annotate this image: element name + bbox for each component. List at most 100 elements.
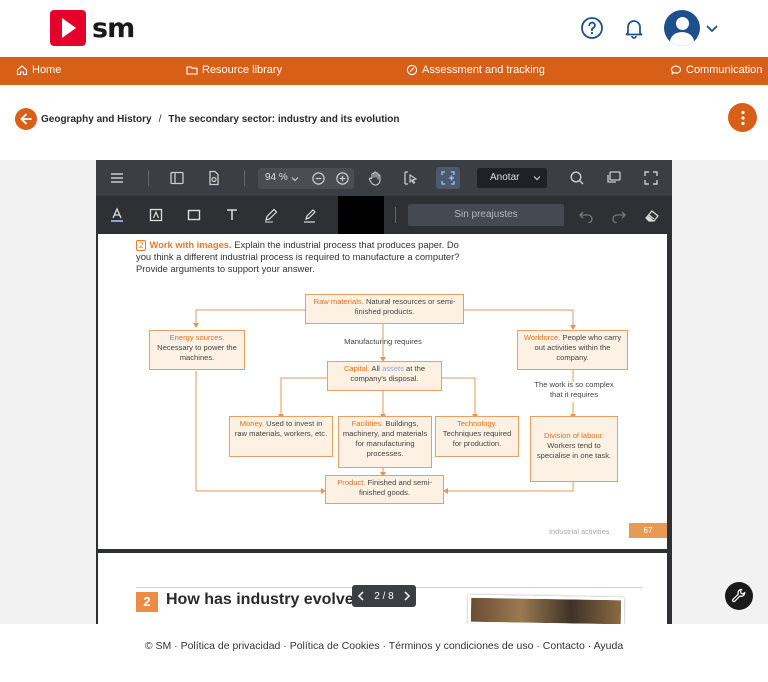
- diagram-facilities: Facilities. Buildings, machinery, and ma…: [338, 416, 432, 468]
- zoom-in-icon[interactable]: [335, 171, 350, 186]
- text-select-icon[interactable]: [401, 169, 419, 187]
- chevron-down-icon[interactable]: [704, 20, 720, 36]
- arrow-left-icon: [20, 113, 32, 125]
- text-color-icon[interactable]: [108, 206, 126, 224]
- energy-text: Necessary to power the machines.: [157, 343, 237, 362]
- toolbar-divider: [148, 170, 149, 186]
- document-page-67[interactable]: 2 Work with images. Explain the industria…: [98, 234, 667, 549]
- money-title: Money.: [239, 419, 265, 428]
- chat-icon: [670, 65, 682, 75]
- chevron-right-icon[interactable]: [403, 591, 411, 601]
- page-navigator: 2 / 8: [352, 585, 416, 607]
- raw-materials-title: Raw materials.: [313, 297, 364, 306]
- technology-text: Techniques required for production.: [442, 429, 512, 448]
- help-icon[interactable]: [580, 16, 604, 40]
- page-indicator: 2 / 8: [374, 591, 393, 602]
- nav-home[interactable]: Home: [16, 64, 61, 76]
- nav-assessment-label: Assessment and tracking: [422, 64, 545, 76]
- logo-mark: [50, 10, 86, 46]
- chevron-down-icon[interactable]: [291, 175, 299, 183]
- logo-text: sm: [92, 12, 135, 44]
- energy-title: Energy sources.: [169, 333, 225, 342]
- breadcrumb-separator: /: [158, 113, 162, 125]
- avatar[interactable]: [664, 10, 700, 46]
- menu-icon[interactable]: [108, 169, 126, 187]
- diagram-workforce: Workforce. People who carry out activiti…: [517, 330, 628, 370]
- highlight-text-icon[interactable]: [147, 206, 165, 224]
- division-text: Workers tend to specialise in one task.: [536, 441, 612, 460]
- bell-icon[interactable]: [622, 16, 646, 40]
- section-title: How has industry evolved?: [166, 591, 374, 608]
- top-header: sm: [0, 0, 768, 57]
- undo-icon[interactable]: [577, 206, 595, 224]
- text-tool-icon[interactable]: [223, 206, 241, 224]
- sm-logo[interactable]: sm: [50, 10, 135, 46]
- diagram-division-of-labour: Division of labour. Workers tend to speci…: [530, 416, 618, 482]
- complex-work-label: The work is so complex that it requires: [534, 380, 614, 399]
- document-viewer: 94 % Anotar Sin preajustes 2Work with im…: [96, 160, 672, 624]
- user-menu[interactable]: [664, 10, 720, 46]
- site-footer: © SM · Política de privacidad · Política…: [144, 640, 624, 652]
- page-separator: /: [382, 590, 386, 602]
- factory-photo: [467, 594, 625, 624]
- nav-home-label: Home: [32, 64, 62, 76]
- marker-icon[interactable]: [301, 206, 319, 224]
- annotation-toolbar: Sin preajustes: [96, 196, 672, 234]
- zoom-out-icon[interactable]: [311, 171, 326, 186]
- diagram-money: Money. Used to invest in raw materials, …: [229, 416, 333, 457]
- diagram-product: Product. Finished and semi-finished good…: [325, 475, 444, 504]
- toolbar-divider: [244, 170, 245, 186]
- preset-selector[interactable]: Sin preajustes: [408, 204, 564, 226]
- page-footer-note: Industrial activities: [549, 527, 610, 536]
- more-options-button[interactable]: [728, 103, 757, 132]
- zoom-value[interactable]: 94 %: [265, 172, 288, 183]
- area-select-icon[interactable]: [439, 169, 457, 187]
- pan-hand-icon[interactable]: [366, 169, 384, 187]
- fullscreen-icon[interactable]: [642, 169, 660, 187]
- nav-assessment[interactable]: Assessment and tracking: [406, 64, 545, 76]
- annotate-mode-value: Anotar: [490, 172, 520, 183]
- chevron-down-icon: [533, 176, 541, 181]
- capital-title: Capital.: [343, 364, 370, 373]
- division-title: Division of labour.: [544, 431, 604, 440]
- technology-title: Technology.: [457, 419, 497, 428]
- pen-icon[interactable]: [262, 206, 280, 224]
- breadcrumb-parent[interactable]: Geography and History: [41, 114, 152, 125]
- diagram-technology: Technology. Techniques required for produ…: [435, 416, 519, 457]
- diagram-energy-sources: Energy sources. Necessary to power the ma…: [149, 330, 245, 370]
- comments-icon[interactable]: [605, 169, 623, 187]
- nav-communication-label: Communication: [686, 64, 763, 76]
- current-page: 2: [374, 590, 380, 602]
- capital-pre: All: [371, 364, 380, 373]
- product-title: Product.: [337, 478, 366, 487]
- home-icon: [16, 65, 28, 76]
- section-number: 2: [136, 592, 158, 612]
- redo-icon[interactable]: [610, 206, 628, 224]
- eraser-icon[interactable]: [643, 206, 661, 224]
- zoom-control[interactable]: 94 %: [258, 168, 354, 189]
- sidebar-toggle-icon[interactable]: [168, 169, 186, 187]
- diagram-raw-materials: Raw materials. Natural resources or semi…: [305, 294, 464, 324]
- color-swatch[interactable]: [338, 196, 384, 234]
- workforce-title: Workforce.: [523, 333, 561, 342]
- folder-icon: [186, 66, 198, 75]
- toolbar-divider: [395, 207, 396, 223]
- nav-resource-library[interactable]: Resource library: [186, 64, 282, 76]
- main-nav: Home Resource library Assessment and tra…: [0, 57, 768, 85]
- manufacturing-requires-label: Manufacturing requires: [344, 337, 422, 346]
- page-settings-icon[interactable]: [205, 169, 223, 187]
- viewer-toolbar-main: 94 % Anotar: [96, 160, 672, 196]
- search-icon[interactable]: [568, 169, 586, 187]
- rectangle-icon[interactable]: [185, 206, 203, 224]
- raw-materials-text: Natural resources or semi-finished produ…: [354, 297, 456, 316]
- pen-check-icon: [406, 64, 418, 76]
- chevron-left-icon[interactable]: [357, 591, 365, 601]
- annotate-mode-select[interactable]: Anotar: [477, 168, 547, 188]
- product-text: Finished and semi-finished goods.: [358, 478, 432, 497]
- nav-communication[interactable]: Communication: [670, 64, 762, 76]
- page-number: 67: [629, 523, 667, 538]
- breadcrumb: Geography and History / The secondary se…: [15, 108, 400, 130]
- back-button[interactable]: [15, 108, 37, 130]
- breadcrumb-current: The secondary sector: industry and its e…: [168, 113, 400, 125]
- tools-button[interactable]: [725, 582, 753, 610]
